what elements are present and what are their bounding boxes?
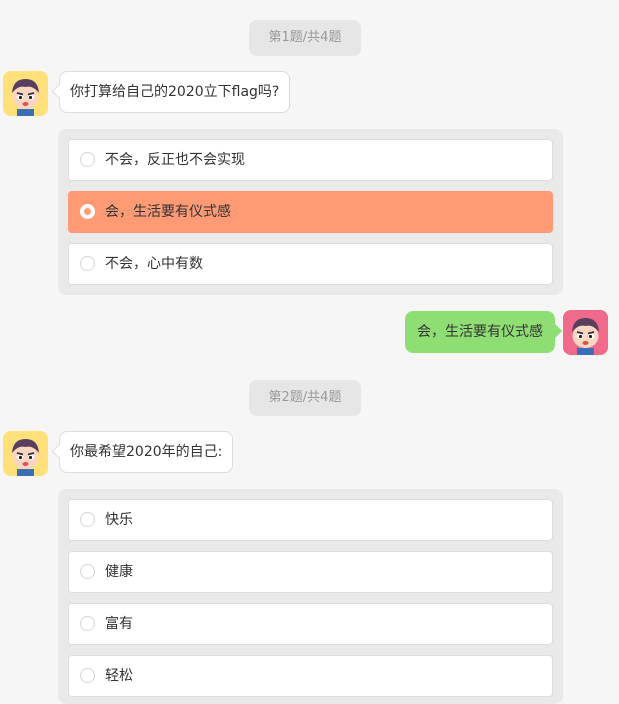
bot-avatar <box>3 431 48 476</box>
option-item[interactable]: 不会，心中有数 <box>68 243 553 285</box>
user-answer-bubble: 会，生活要有仪式感 <box>405 311 555 353</box>
radio-circle-icon[interactable] <box>80 668 95 683</box>
radio-circle-icon[interactable] <box>80 256 95 271</box>
options-panel: 不会，反正也不会实现 会，生活要有仪式感 不会，心中有数 <box>58 129 563 295</box>
option-item[interactable]: 轻松 <box>68 655 553 697</box>
option-item[interactable]: 不会，反正也不会实现 <box>68 139 553 181</box>
option-item-selected[interactable]: 会，生活要有仪式感 <box>68 191 553 233</box>
option-item[interactable]: 健康 <box>68 551 553 593</box>
radio-circle-icon[interactable] <box>80 616 95 631</box>
option-label: 健康 <box>105 564 133 580</box>
cartoon-boy-avatar-icon <box>563 310 608 355</box>
radio-circle-icon[interactable] <box>80 152 95 167</box>
radio-circle-icon[interactable] <box>80 564 95 579</box>
option-item[interactable]: 快乐 <box>68 499 553 541</box>
option-label: 富有 <box>105 616 133 632</box>
radio-circle-icon[interactable] <box>80 512 95 527</box>
option-item[interactable]: 富有 <box>68 603 553 645</box>
option-label: 不会，心中有数 <box>105 256 203 272</box>
user-avatar <box>563 310 608 355</box>
question-prompt-bubble: 你打算给自己的2020立下flag吗? <box>59 71 291 113</box>
question-counter-badge: 第1题/共4题 <box>249 20 361 56</box>
option-label: 轻松 <box>105 668 133 684</box>
option-label: 不会，反正也不会实现 <box>105 152 245 168</box>
bot-avatar <box>3 71 48 116</box>
option-label: 会，生活要有仪式感 <box>105 204 231 220</box>
options-panel: 快乐 健康 富有 轻松 <box>58 489 563 704</box>
cartoon-boy-avatar-icon <box>3 71 48 116</box>
radio-circle-icon[interactable] <box>80 204 95 219</box>
question-prompt-bubble: 你最希望2020年的自己: <box>59 431 234 473</box>
question-counter-badge: 第2题/共4题 <box>249 380 361 416</box>
option-label: 快乐 <box>105 512 133 528</box>
cartoon-boy-avatar-icon <box>3 431 48 476</box>
